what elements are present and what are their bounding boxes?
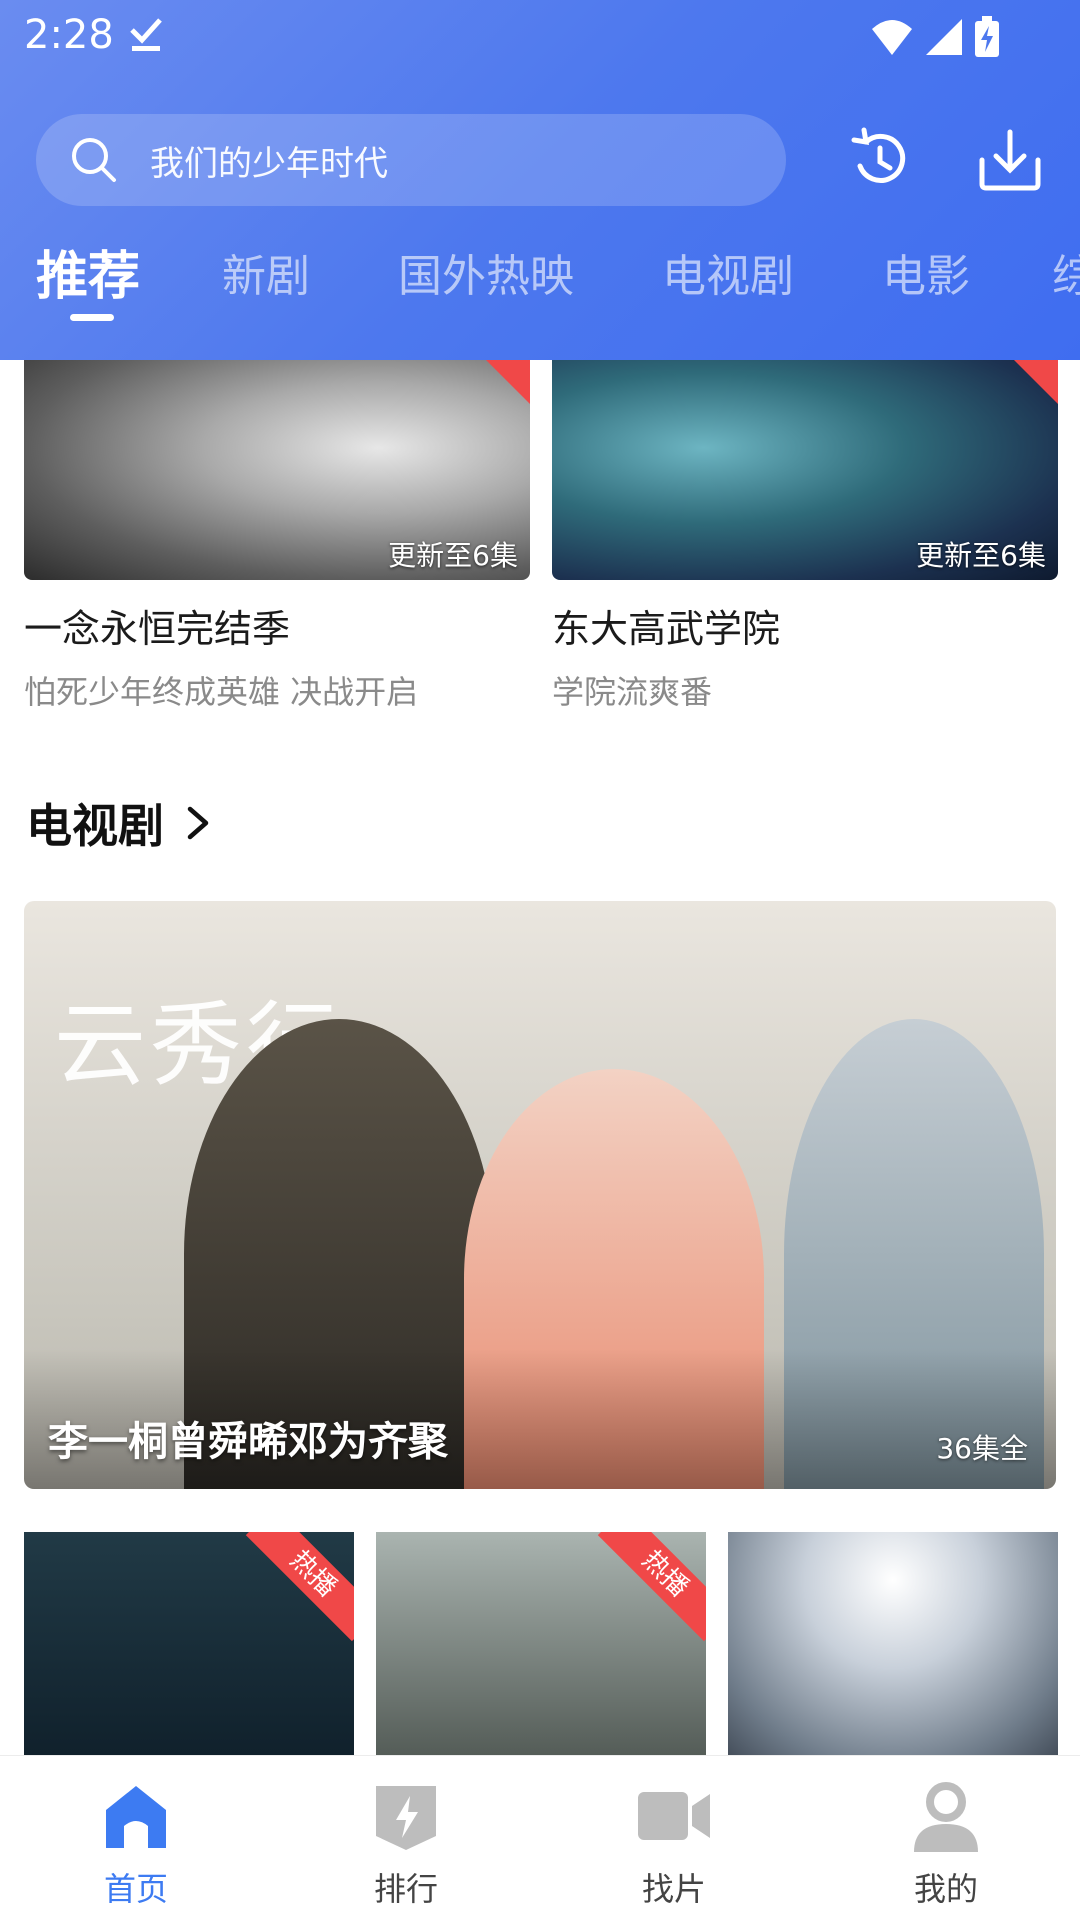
video-card[interactable]: 更新至6集 东大高武学院 学院流爽番 xyxy=(552,360,1058,713)
search-placeholder: 我们的少年时代 xyxy=(150,143,388,184)
download-icon[interactable] xyxy=(976,126,1044,194)
app-header: 2:28 我们的少年时代 推荐 新剧 国外热映 电视剧 电影 综 xyxy=(0,0,1080,360)
hot-badge: 热播 xyxy=(597,1532,706,1642)
video-icon xyxy=(638,1792,710,1840)
video-subtitle: 学院流爽番 xyxy=(552,673,713,711)
corner-tag xyxy=(1014,360,1058,404)
banner-episode: 36集全 xyxy=(936,1432,1028,1465)
wifi-icon xyxy=(872,20,912,55)
nav-rank[interactable]: 排行 xyxy=(306,1776,506,1910)
rank-icon xyxy=(376,1786,436,1850)
corner-tag xyxy=(486,360,530,404)
video-card[interactable] xyxy=(728,1532,1058,1755)
category-tabs: 推荐 新剧 国外热映 电视剧 电影 综 xyxy=(0,240,1080,320)
signal-icon xyxy=(926,19,962,55)
section-header[interactable]: 电视剧 xyxy=(26,790,212,856)
video-title: 东大高武学院 xyxy=(552,607,781,651)
banner-title: 李一桐曾舜晞邓为齐聚 xyxy=(48,1419,448,1465)
video-card[interactable]: 热播 xyxy=(24,1532,354,1755)
chevron-right-icon xyxy=(187,806,209,840)
tab-recommend[interactable]: 推荐 xyxy=(36,234,140,309)
bottom-navigation: 首页 排行 找片 我的 xyxy=(0,1755,1080,1920)
tab-tv-series[interactable]: 电视剧 xyxy=(662,240,794,304)
episode-label: 更新至6集 xyxy=(388,539,518,572)
featured-banner[interactable]: 云秀行 李一桐曾舜晞邓为齐聚 36集全 xyxy=(24,901,1056,1489)
hot-badge: 热播 xyxy=(245,1532,354,1642)
tab-movie[interactable]: 电影 xyxy=(882,240,970,304)
battery-icon xyxy=(975,16,999,57)
nav-home[interactable]: 首页 xyxy=(36,1776,236,1910)
nav-label: 我的 xyxy=(913,1870,978,1908)
nav-find[interactable]: 找片 xyxy=(574,1776,774,1910)
nav-label: 找片 xyxy=(641,1870,706,1908)
feed-content: 更新至6集 一念永恒完结季 怕死少年终成英雄 决战开启 更新至6集 东大高武学院… xyxy=(0,360,1080,1755)
history-icon[interactable] xyxy=(846,126,914,194)
nav-me[interactable]: 我的 xyxy=(846,1776,1046,1910)
home-icon xyxy=(106,1786,166,1848)
tab-new-drama[interactable]: 新剧 xyxy=(222,240,310,304)
video-subtitle: 怕死少年终成英雄 决战开启 xyxy=(24,673,419,711)
search-icon xyxy=(72,138,116,182)
video-thumbnail: 更新至6集 xyxy=(552,360,1058,580)
nav-label: 首页 xyxy=(103,1870,168,1908)
user-icon xyxy=(914,1782,978,1852)
status-icons xyxy=(870,16,1000,58)
tab-overseas[interactable]: 国外热映 xyxy=(398,240,574,304)
search-bar[interactable]: 我们的少年时代 xyxy=(36,114,786,206)
episode-label: 更新至6集 xyxy=(916,539,1046,572)
download-done-icon xyxy=(130,18,162,51)
video-title: 一念永恒完结季 xyxy=(24,607,291,651)
nav-label: 排行 xyxy=(373,1870,438,1908)
tab-indicator xyxy=(70,314,114,321)
video-card[interactable]: 更新至6集 一念永恒完结季 怕死少年终成英雄 决战开启 xyxy=(24,360,530,713)
video-thumbnail: 更新至6集 xyxy=(24,360,530,580)
section-title: 电视剧 xyxy=(26,799,164,853)
status-bar: 2:28 xyxy=(0,0,1080,80)
tab-variety[interactable]: 综 xyxy=(1052,240,1080,304)
status-time: 2:28 xyxy=(24,12,114,58)
video-card[interactable]: 热播 xyxy=(376,1532,706,1755)
